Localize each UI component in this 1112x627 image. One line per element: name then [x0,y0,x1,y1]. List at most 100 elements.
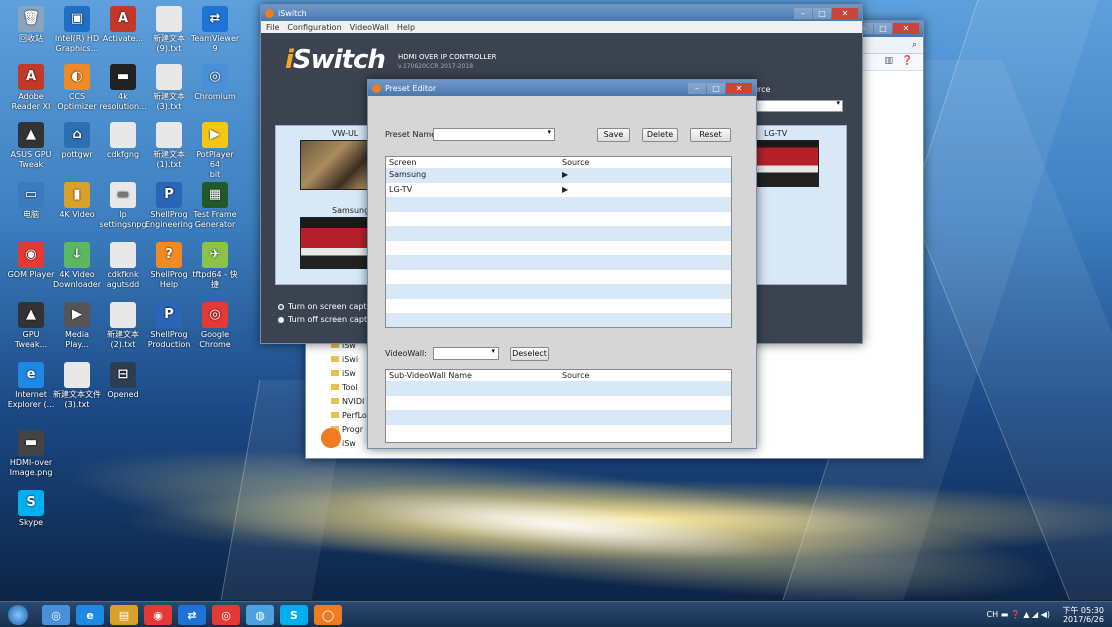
clock[interactable]: 下午 05:30 2017/6/26 [1062,606,1104,624]
desktop-icon[interactable]: ▲ GPU Tweak... [6,302,56,350]
menu-help[interactable]: Help [397,23,415,32]
network-icon[interactable]: ▲ [1023,610,1029,619]
desktop-icon[interactable]: ▶ PotPlayer 64 bit [190,122,240,180]
desktop-icon[interactable]: ▬ lp settingsnpg [98,182,148,230]
desktop-icon[interactable]: ▣ Intel(R) HD Graphics... [52,6,102,54]
desktop-icon[interactable]: ▭ 电脑 [6,182,56,220]
table-row[interactable] [386,211,731,226]
search-icon[interactable]: ⌕ [912,40,917,50]
desktop-icon[interactable]: ⌂ pottgwr [52,122,102,160]
turn-on-capture-radio[interactable]: Turn on screen capture [278,302,380,311]
iswitch-icon[interactable] [321,428,341,448]
desktop-icon[interactable]: ▦ Test Frame Generator [190,182,240,230]
preset-editor-dialog[interactable]: Preset Editor – □ ✕ Preset Name: ▾ Save … [367,79,757,449]
help-icon[interactable]: ❓ [902,56,913,66]
signal-icon[interactable]: ◢ [1032,610,1038,619]
screen-thumbnail-samsung[interactable] [300,217,372,269]
volume-icon[interactable]: ◀) [1041,610,1050,619]
chrome-taskbar-icon[interactable]: ◎ [212,605,240,625]
app-taskbar-icon[interactable]: ◍ [246,605,274,625]
table-row[interactable] [386,298,731,313]
table-row[interactable] [386,313,731,327]
desktop-icon[interactable]: 新建文本 (3).txt [144,64,194,112]
desktop-icon[interactable]: ⇄ TeamViewer 9 [190,6,240,54]
turn-off-capture-radio[interactable]: Turn off screen capture [278,315,380,324]
desktop-icon[interactable]: ▬ HDMI-over Image.png [6,430,56,478]
desktop-icon[interactable]: 新建文本 (9).txt [144,6,194,54]
table-row[interactable] [386,240,731,255]
maximize-icon[interactable]: □ [813,7,831,19]
language-indicator[interactable]: CH [987,610,999,619]
desktop-icon[interactable]: ? ShellProg Help [144,242,194,290]
explorer-taskbar-icon[interactable]: ▤ [110,605,138,625]
desktop-icon[interactable]: ▬ 4k resolution... [98,64,148,112]
close-icon[interactable]: ✕ [726,82,752,94]
menu-file[interactable]: File [266,23,279,32]
desktop-icon[interactable]: ▮ 4K Video [52,182,102,220]
screen-thumbnail-lg-tv[interactable] [755,140,819,187]
desktop-icon[interactable]: A Adobe Reader XI [6,64,56,112]
close-icon[interactable]: ✕ [832,7,858,19]
table-row[interactable] [386,424,731,439]
table-row[interactable] [386,381,731,396]
desktop-icon[interactable]: A Activate... [98,6,148,44]
chromium-taskbar-icon[interactable]: ◎ [42,605,70,625]
table-row[interactable] [386,269,731,284]
table-row[interactable] [386,226,731,241]
deselect-button[interactable]: Deselect [510,347,549,361]
desktop-icon[interactable]: 新建文本文件 (3).txt [52,362,102,410]
tree-item[interactable]: iSw [331,367,371,381]
view-icon[interactable]: ▥ [884,56,893,66]
table-row[interactable] [386,410,731,425]
tree-item[interactable]: iSwi [331,353,371,367]
table-row[interactable] [386,197,731,212]
table-row[interactable]: LG-TV ▶ [386,182,731,198]
cell-source[interactable]: ▶ [562,183,568,198]
menu-configuration[interactable]: Configuration [287,23,341,32]
desktop-icon[interactable]: ⊟ Opened [98,362,148,400]
table-row[interactable] [386,255,731,270]
desktop-icon[interactable]: P ShellProg Engineering [144,182,194,230]
desktop-icon[interactable]: ▲ ASUS GPU Tweak [6,122,56,170]
ie-taskbar-icon[interactable]: e [76,605,104,625]
videowall-combo[interactable]: ▾ [433,347,499,360]
tree-item[interactable]: NVIDI [331,395,371,409]
close-icon[interactable]: ✕ [893,23,919,34]
desktop-icon[interactable]: e Internet Explorer (... [6,362,56,410]
table-row[interactable] [386,395,731,410]
iswitch-taskbar-icon[interactable]: ◯ [314,605,342,625]
table-row[interactable] [386,284,731,299]
desktop-icon[interactable]: ▶ Media Play... [52,302,102,350]
maximize-icon[interactable]: □ [874,23,892,34]
cell-source[interactable]: ▶ [562,168,568,183]
desktop-icon[interactable]: ◎ Google Chrome [190,302,240,350]
help-icon[interactable]: ❓ [1011,610,1021,619]
desktop-icon[interactable]: ◎ Chromium [190,64,240,102]
desktop-icon[interactable]: ✈ tftpd64 - 快 捷 [190,242,240,290]
skype-taskbar-icon[interactable]: S [280,605,308,625]
preset-name-combo[interactable]: ▾ [433,128,555,141]
keyboard-icon[interactable]: ▬ [1001,610,1009,619]
minimize-icon[interactable]: – [794,7,812,19]
delete-button[interactable]: Delete [642,128,678,142]
desktop-icon[interactable]: S Skype [6,490,56,528]
menu-videowall[interactable]: VideoWall [350,23,389,32]
desktop-icon[interactable]: cdkfknk agutsdd [98,242,148,290]
desktop-icon[interactable]: 🗑 回收站 [6,6,56,44]
desktop-icon[interactable]: 新建文本 (2).txt [98,302,148,350]
maximize-icon[interactable]: □ [707,82,725,94]
desktop-icon[interactable]: ↓ 4K Video Downloader [52,242,102,290]
start-button[interactable] [8,605,28,625]
reset-button[interactable]: Reset [690,128,731,142]
desktop-icon[interactable]: cdkfgng [98,122,148,160]
tree-item[interactable]: PerfLo [331,409,371,423]
minimize-icon[interactable]: – [688,82,706,94]
desktop-icon[interactable]: P ShellProg Production [144,302,194,350]
save-button[interactable]: Save [597,128,630,142]
tree-item[interactable]: Tool [331,381,371,395]
desktop-icon[interactable]: 新建文本 (1).txt [144,122,194,170]
desktop-icon[interactable]: ◐ CCS Optimizer [52,64,102,112]
table-row[interactable]: Samsung ▶ [386,168,731,183]
screen-thumbnail-vw-ul[interactable] [300,140,372,190]
teamviewer-taskbar-icon[interactable]: ⇄ [178,605,206,625]
